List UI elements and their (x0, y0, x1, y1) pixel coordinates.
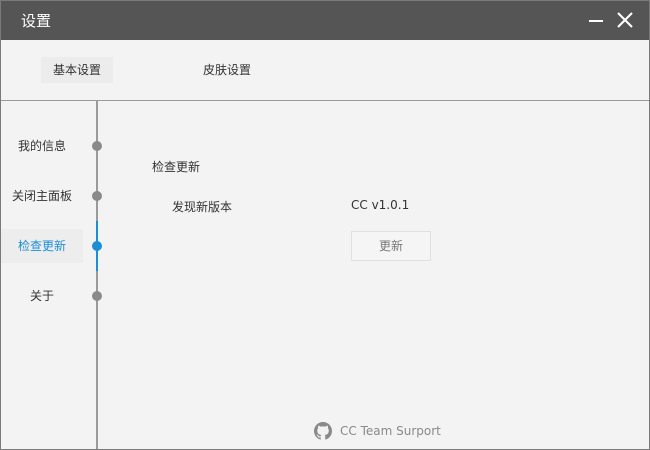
minimize-icon (589, 20, 603, 22)
minimize-button[interactable] (585, 9, 607, 31)
github-icon (314, 422, 332, 440)
team-support-link[interactable]: CC Team Surport (314, 421, 441, 441)
tab-basic-settings[interactable]: 基本设置 (41, 57, 114, 83)
sidebar-item-my-info[interactable]: 我的信息 (1, 129, 83, 163)
content-panel: 检查更新 发现新版本 CC v1.0.1 更新 CC Team Surport (98, 101, 649, 449)
sidebar-item-check-update[interactable]: 检查更新 (1, 229, 83, 263)
sidebar: 我的信息 关闭主面板 检查更新 关于 (1, 101, 97, 449)
version-text: CC v1.0.1 (351, 198, 410, 212)
close-icon (617, 12, 633, 28)
title-bar: 设置 (1, 1, 649, 40)
settings-window: 设置 基本设置 皮肤设置 我的信息 关闭主面板 检查更新 关于 检查更新 发现新… (0, 0, 650, 450)
window-title: 设置 (21, 12, 52, 30)
section-title: 检查更新 (152, 160, 201, 174)
update-button[interactable]: 更新 (351, 231, 431, 261)
sidebar-item-about[interactable]: 关于 (1, 279, 83, 313)
tab-skin-settings[interactable]: 皮肤设置 (191, 57, 263, 83)
new-version-label: 发现新版本 (172, 200, 233, 214)
sidebar-item-close-main-panel[interactable]: 关闭主面板 (1, 179, 83, 213)
footer-text: CC Team Surport (340, 424, 441, 438)
close-button[interactable] (614, 9, 636, 31)
tab-bar: 基本设置 皮肤设置 (1, 40, 649, 101)
